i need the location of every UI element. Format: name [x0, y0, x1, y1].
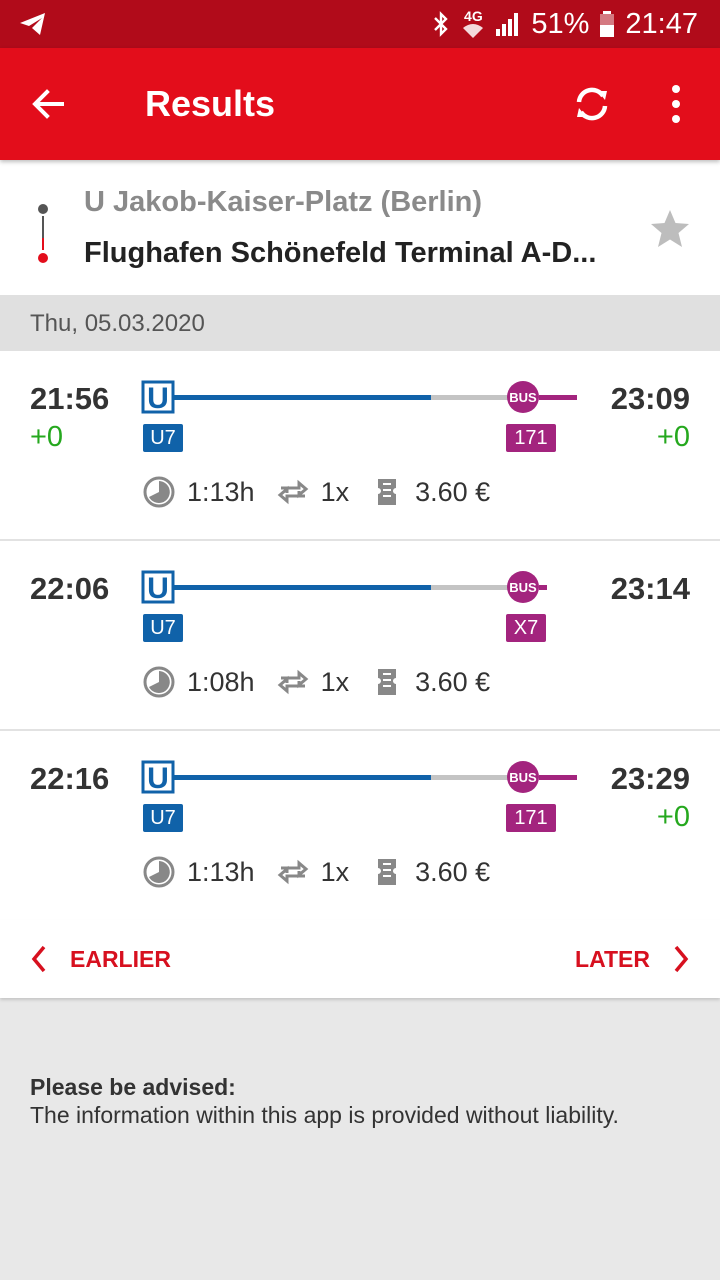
departure-time: 22:06: [30, 571, 110, 606]
svg-text:BUS: BUS: [509, 390, 537, 405]
journey-line: U BUS: [141, 380, 577, 415]
app-bar: Results: [0, 48, 720, 160]
clock-icon: [143, 856, 175, 888]
disclaimer-text: The information within this app is provi…: [30, 1102, 619, 1128]
date-label: Thu, 05.03.2020: [30, 310, 205, 337]
status-icons: 4G 51% 21:47: [431, 6, 698, 42]
ubahn-icon: U: [147, 762, 169, 795]
page-title: Results: [145, 83, 276, 124]
chevron-left-icon: [31, 945, 46, 973]
network-type: 4G: [464, 8, 483, 24]
line-badge-bus: X7: [506, 614, 546, 642]
earlier-label: EARLIER: [70, 945, 171, 972]
bluetooth-icon: [434, 11, 449, 37]
ticket-icon: [378, 669, 397, 695]
trip-row[interactable]: 21:56 +0 U BUS U7 171 23:09 +0 1:13h 1x …: [0, 351, 720, 541]
price: 3.60 €: [415, 856, 491, 887]
transfer-icon: [277, 669, 308, 695]
route-dots-icon: [38, 204, 48, 263]
svg-text:BUS: BUS: [509, 770, 537, 785]
duration: 1:08h: [187, 666, 255, 697]
trip-meta: 1:13h 1x 3.60 €: [143, 855, 512, 889]
arrival-delay: +0: [656, 801, 690, 833]
line-badge-bus: 171: [506, 424, 556, 452]
route-header[interactable]: U Jakob-Kaiser-Platz (Berlin) Flughafen …: [0, 160, 720, 295]
refresh-icon[interactable]: [572, 84, 612, 124]
signal-icon: [496, 13, 519, 36]
disclaimer: Please be advised: The information withi…: [30, 1073, 700, 1129]
clock-icon: [143, 476, 175, 508]
price: 3.60 €: [415, 666, 491, 697]
ticket-icon: [378, 859, 397, 885]
arrival-time: 23:09: [610, 381, 690, 416]
later-label: LATER: [575, 945, 650, 972]
trip-row[interactable]: 22:06 U BUS U7 X7 23:14 1:08h 1x 3.60 €: [0, 541, 720, 731]
clock: 21:47: [625, 7, 698, 40]
trip-row[interactable]: 22:16 U BUS U7 171 23:29 +0 1:13h 1x 3.6…: [0, 731, 720, 920]
departure-delay: +0: [30, 421, 64, 453]
date-header: Thu, 05.03.2020: [0, 295, 720, 351]
status-bar: 4G 51% 21:47: [0, 0, 720, 48]
arrival-time: 23:14: [610, 571, 690, 606]
line-badge-bus: 171: [506, 804, 556, 832]
changes: 1x: [320, 476, 350, 507]
wifi-icon: 4G: [461, 9, 485, 39]
disclaimer-heading: Please be advised:: [30, 1074, 236, 1100]
departure-time: 22:16: [30, 761, 110, 796]
transfer-icon: [277, 479, 308, 505]
ubahn-icon: U: [147, 572, 169, 605]
earlier-button[interactable]: EARLIER: [28, 943, 171, 975]
line-badge-ubahn: U7: [143, 614, 183, 642]
journey-line: U BUS: [141, 760, 577, 795]
arrival-time: 23:29: [610, 761, 690, 796]
battery-percent: 51%: [531, 7, 590, 40]
more-vert-icon[interactable]: [660, 82, 692, 126]
route-to: Flughafen Schönefeld Terminal A-D...: [84, 237, 597, 269]
battery-icon: [600, 11, 615, 37]
price: 3.60 €: [415, 476, 491, 507]
star-icon[interactable]: [648, 207, 692, 251]
back-arrow-icon[interactable]: [28, 84, 68, 124]
svg-text:BUS: BUS: [509, 580, 537, 595]
arrival-delay: +0: [656, 421, 690, 453]
ubahn-icon: U: [147, 382, 169, 415]
duration: 1:13h: [187, 476, 255, 507]
trip-meta: 1:08h 1x 3.60 €: [143, 665, 512, 699]
duration: 1:13h: [187, 856, 255, 887]
line-badge-ubahn: U7: [143, 424, 183, 452]
changes: 1x: [320, 856, 350, 887]
journey-line: U BUS: [141, 570, 547, 605]
ticket-icon: [378, 479, 397, 505]
pager: EARLIER LATER: [0, 920, 720, 998]
line-badge-ubahn: U7: [143, 804, 183, 832]
later-button[interactable]: LATER: [575, 943, 692, 975]
chevron-right-icon: [674, 945, 689, 973]
telegram-icon: [20, 13, 45, 35]
transfer-icon: [277, 859, 308, 885]
departure-time: 21:56: [30, 381, 110, 416]
clock-icon: [143, 666, 175, 698]
changes: 1x: [320, 666, 350, 697]
route-from: U Jakob-Kaiser-Platz (Berlin): [84, 186, 483, 218]
trip-meta: 1:13h 1x 3.60 €: [143, 475, 512, 509]
